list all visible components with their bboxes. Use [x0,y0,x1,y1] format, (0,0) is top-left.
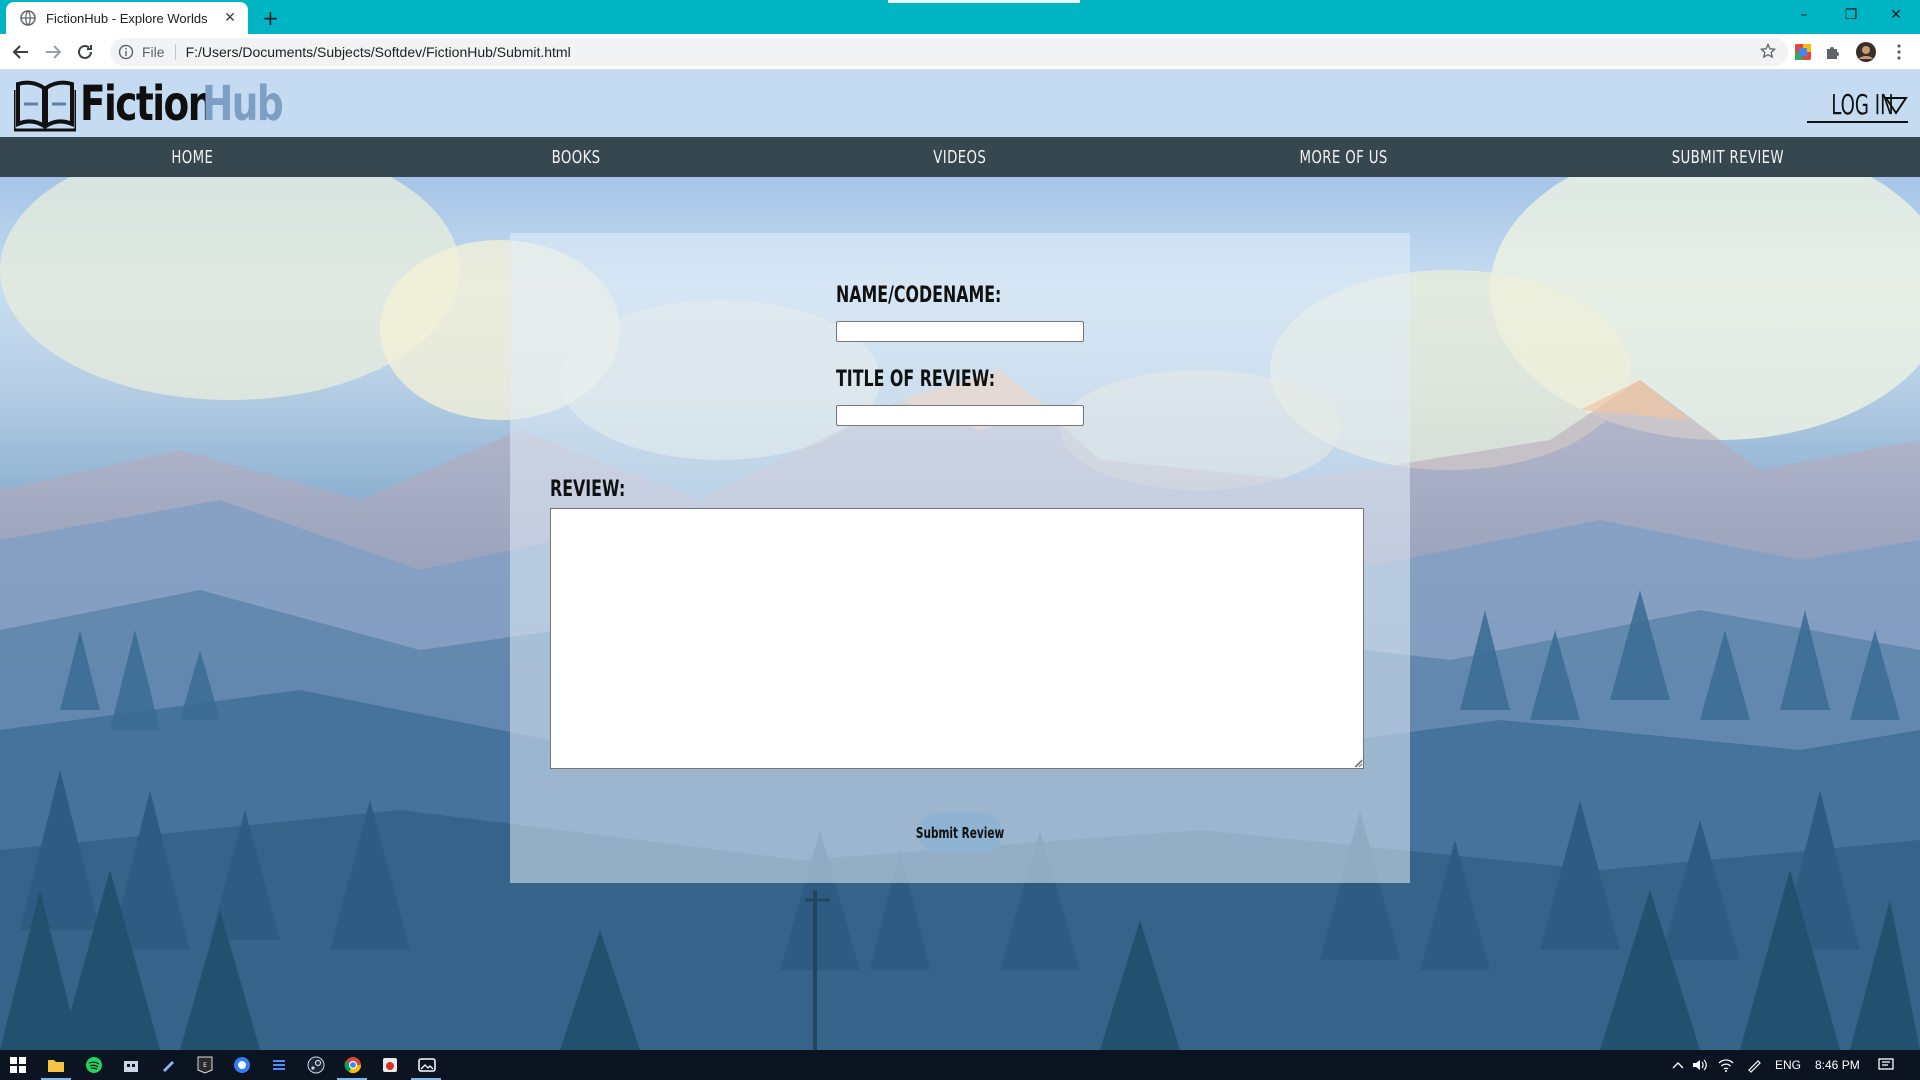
notification-icon[interactable] [1876,1055,1896,1075]
nav-label-books: BOOKS [551,146,601,168]
title-input[interactable] [836,405,1084,426]
page-viewport: Fiction Hub LOG IN HOME BOOKS VIDEOS MOR… [0,70,1920,1050]
app-red-icon[interactable] [380,1055,400,1075]
svg-text:E: E [203,1062,207,1069]
forward-arrow-icon[interactable] [42,41,64,63]
pen-app-icon[interactable] [158,1055,178,1075]
pen-tray-icon[interactable] [1744,1055,1764,1075]
main-nav: HOME BOOKS VIDEOS MORE OF US SUBMIT REVI… [0,137,1920,177]
logo-text-fiction: Fiction [80,76,214,132]
reload-icon[interactable] [74,41,96,63]
nav-books[interactable]: BOOKS [456,137,696,177]
browser-toolbar: File F:/Users/Documents/Subjects/Softdev… [0,34,1920,70]
nav-home[interactable]: HOME [72,137,312,177]
address-bar[interactable]: File F:/Users/Documents/Subjects/Softdev… [110,38,1788,66]
minimize-button[interactable]: – [1782,0,1826,30]
back-arrow-icon[interactable] [10,41,32,63]
windows-start-icon[interactable] [8,1055,28,1075]
volume-icon[interactable] [1690,1055,1710,1075]
browser-tab-strip: FictionHub - Explore Worlds ✕ + – ❐ ✕ [0,0,1920,34]
nav-label-submit-review: SUBMIT REVIEW [1671,146,1785,168]
restore-button[interactable]: ❐ [1829,0,1873,30]
site-logo[interactable]: Fiction Hub [14,74,305,134]
extension-icon[interactable] [1793,42,1813,62]
tab-close-icon[interactable]: ✕ [222,10,238,26]
nav-more-of-us[interactable]: MORE OF US [1224,137,1464,177]
chrome-icon[interactable] [343,1055,363,1075]
nav-label-videos: VIDEOS [933,146,987,168]
photos-icon[interactable] [417,1055,437,1075]
language-indicator[interactable]: ENG [1775,1058,1801,1072]
app-blue-circle-icon[interactable] [232,1055,252,1075]
drag-indicator [888,0,1080,3]
tray-chevron-up-icon[interactable] [1668,1055,1688,1075]
review-textarea[interactable] [550,508,1364,769]
nav-submit-review[interactable]: SUBMIT REVIEW [1608,137,1848,177]
submit-review-label: Submit Review [915,824,1005,842]
epic-games-icon[interactable]: E [195,1055,215,1075]
file-explorer-icon[interactable] [46,1055,66,1075]
resize-grip-icon[interactable] [1355,760,1363,768]
bookmark-star-icon[interactable] [1759,42,1777,63]
open-book-icon [14,80,76,132]
browser-tab[interactable]: FictionHub - Explore Worlds ✕ [6,2,248,34]
login-label: LOG IN [1831,88,1894,121]
puzzle-icon[interactable] [1823,42,1843,62]
review-form-panel: NAME/CODENAME: TITLE OF REVIEW: REVIEW: … [510,233,1410,883]
app-lines-icon[interactable] [269,1055,289,1075]
login-dropdown[interactable]: LOG IN [1807,88,1908,123]
clock[interactable]: 8:46 PM [1815,1058,1860,1072]
tab-title: FictionHub - Explore Worlds [46,10,208,26]
nav-label-home: HOME [171,146,213,168]
globe-icon [20,10,36,26]
nav-videos[interactable]: VIDEOS [840,137,1080,177]
title-label: TITLE OF REVIEW: [836,367,996,392]
store-icon[interactable] [121,1055,141,1075]
url-scheme-label: File [142,44,176,60]
profile-avatar[interactable] [1856,42,1876,62]
name-input[interactable] [836,321,1084,342]
new-tab-button[interactable]: + [262,6,279,30]
windows-taskbar: E ENG 8:46 PM [0,1050,1920,1080]
review-label: REVIEW: [550,477,626,502]
info-icon[interactable] [118,44,134,60]
url-text[interactable]: F:/Users/Documents/Subjects/Softdev/Fict… [186,44,571,60]
site-header: Fiction Hub LOG IN [0,70,1920,137]
logo-text-hub: Hub [202,76,284,132]
menu-kebab-icon[interactable] [1889,42,1909,62]
submit-review-button[interactable]: Submit Review [915,813,1005,853]
steam-icon[interactable] [306,1055,326,1075]
wifi-icon[interactable] [1716,1055,1736,1075]
close-window-button[interactable]: ✕ [1874,0,1918,30]
spotify-icon[interactable] [84,1055,104,1075]
nav-label-more-of-us: MORE OF US [1299,146,1389,168]
name-label: NAME/CODENAME: [836,283,1002,308]
